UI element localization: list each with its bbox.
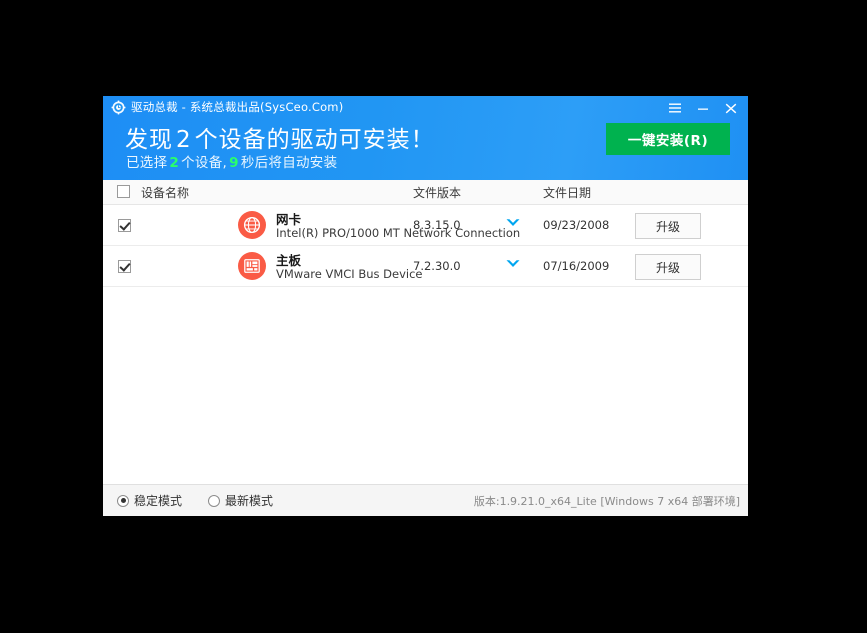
column-header-date: 文件日期 — [543, 184, 591, 201]
subline-device-count: 2 — [167, 155, 181, 171]
mode-radio-group: 稳定模式 最新模式 — [117, 492, 273, 509]
device-date: 09/23/2008 — [543, 218, 609, 232]
subline: 已选择2个设备,9秒后将自动安装 — [126, 151, 337, 171]
window-header: 驱动总裁 - 系统总裁出品(SysCeo.Com) — [103, 96, 748, 180]
table-header-row: 设备名称 文件版本 文件日期 — [103, 180, 748, 205]
radio-stable-label: 稳定模式 — [134, 492, 182, 509]
app-logo-icon — [111, 100, 126, 115]
device-version: 7.2.30.0 — [413, 259, 461, 273]
lens-flare-glow — [0, 500, 867, 633]
headline-suffix: 个设备的驱动可安装！ — [195, 127, 435, 153]
subline-seconds: 9 — [227, 155, 241, 171]
menu-icon[interactable] — [662, 97, 688, 119]
row-checkbox[interactable] — [118, 260, 131, 273]
headline-prefix: 发现 — [125, 127, 173, 153]
one-key-install-button[interactable]: 一键安装(R) — [606, 123, 730, 155]
close-icon[interactable] — [718, 97, 744, 119]
radio-latest-label: 最新模式 — [225, 492, 273, 509]
table-row[interactable]: 网卡 Intel(R) PRO/1000 MT Network Connecti… — [103, 205, 748, 246]
device-date: 07/16/2009 — [543, 259, 609, 273]
network-card-icon — [238, 211, 266, 239]
headline-count: 2 — [173, 127, 195, 153]
device-description: Intel(R) PRO/1000 MT Network Connection — [276, 226, 520, 240]
column-header-version: 文件版本 — [413, 184, 461, 201]
select-all-checkbox[interactable] — [117, 185, 130, 198]
radio-stable-indicator — [117, 495, 129, 507]
device-description: VMware VMCI Bus Device — [276, 267, 422, 281]
row-checkbox[interactable] — [118, 219, 131, 232]
upgrade-button[interactable]: 升级 — [635, 254, 701, 280]
app-window: 驱动总裁 - 系统总裁出品(SysCeo.Com) — [103, 96, 748, 516]
headline: 发现2个设备的驱动可安装！ — [125, 120, 435, 154]
version-text: 版本:1.9.21.0_x64_Lite [Windows 7 x64 部署环境… — [474, 493, 740, 509]
chevron-down-icon[interactable] — [505, 258, 521, 273]
radio-latest-indicator — [208, 495, 220, 507]
device-version: 8.3.15.0 — [413, 218, 461, 232]
radio-latest-mode[interactable]: 最新模式 — [208, 492, 273, 509]
minimize-icon[interactable] — [690, 97, 716, 119]
title-bar: 驱动总裁 - 系统总裁出品(SysCeo.Com) — [103, 96, 748, 118]
window-title: 驱动总裁 - 系统总裁出品(SysCeo.Com) — [131, 99, 343, 115]
window-controls — [662, 96, 744, 120]
empty-list-area — [103, 287, 748, 484]
upgrade-button[interactable]: 升级 — [635, 213, 701, 239]
motherboard-icon — [238, 252, 266, 280]
column-header-name: 设备名称 — [141, 184, 189, 201]
radio-stable-mode[interactable]: 稳定模式 — [117, 492, 182, 509]
chevron-down-icon[interactable] — [505, 217, 521, 232]
status-bar: 稳定模式 最新模式 版本:1.9.21.0_x64_Lite [Windows … — [103, 484, 748, 516]
table-row[interactable]: 主板 VMware VMCI Bus Device 7.2.30.0 07/16… — [103, 246, 748, 287]
subline-middle: 个设备, — [181, 155, 227, 171]
subline-suffix: 秒后将自动安装 — [241, 155, 338, 171]
subline-prefix: 已选择 — [126, 155, 167, 171]
